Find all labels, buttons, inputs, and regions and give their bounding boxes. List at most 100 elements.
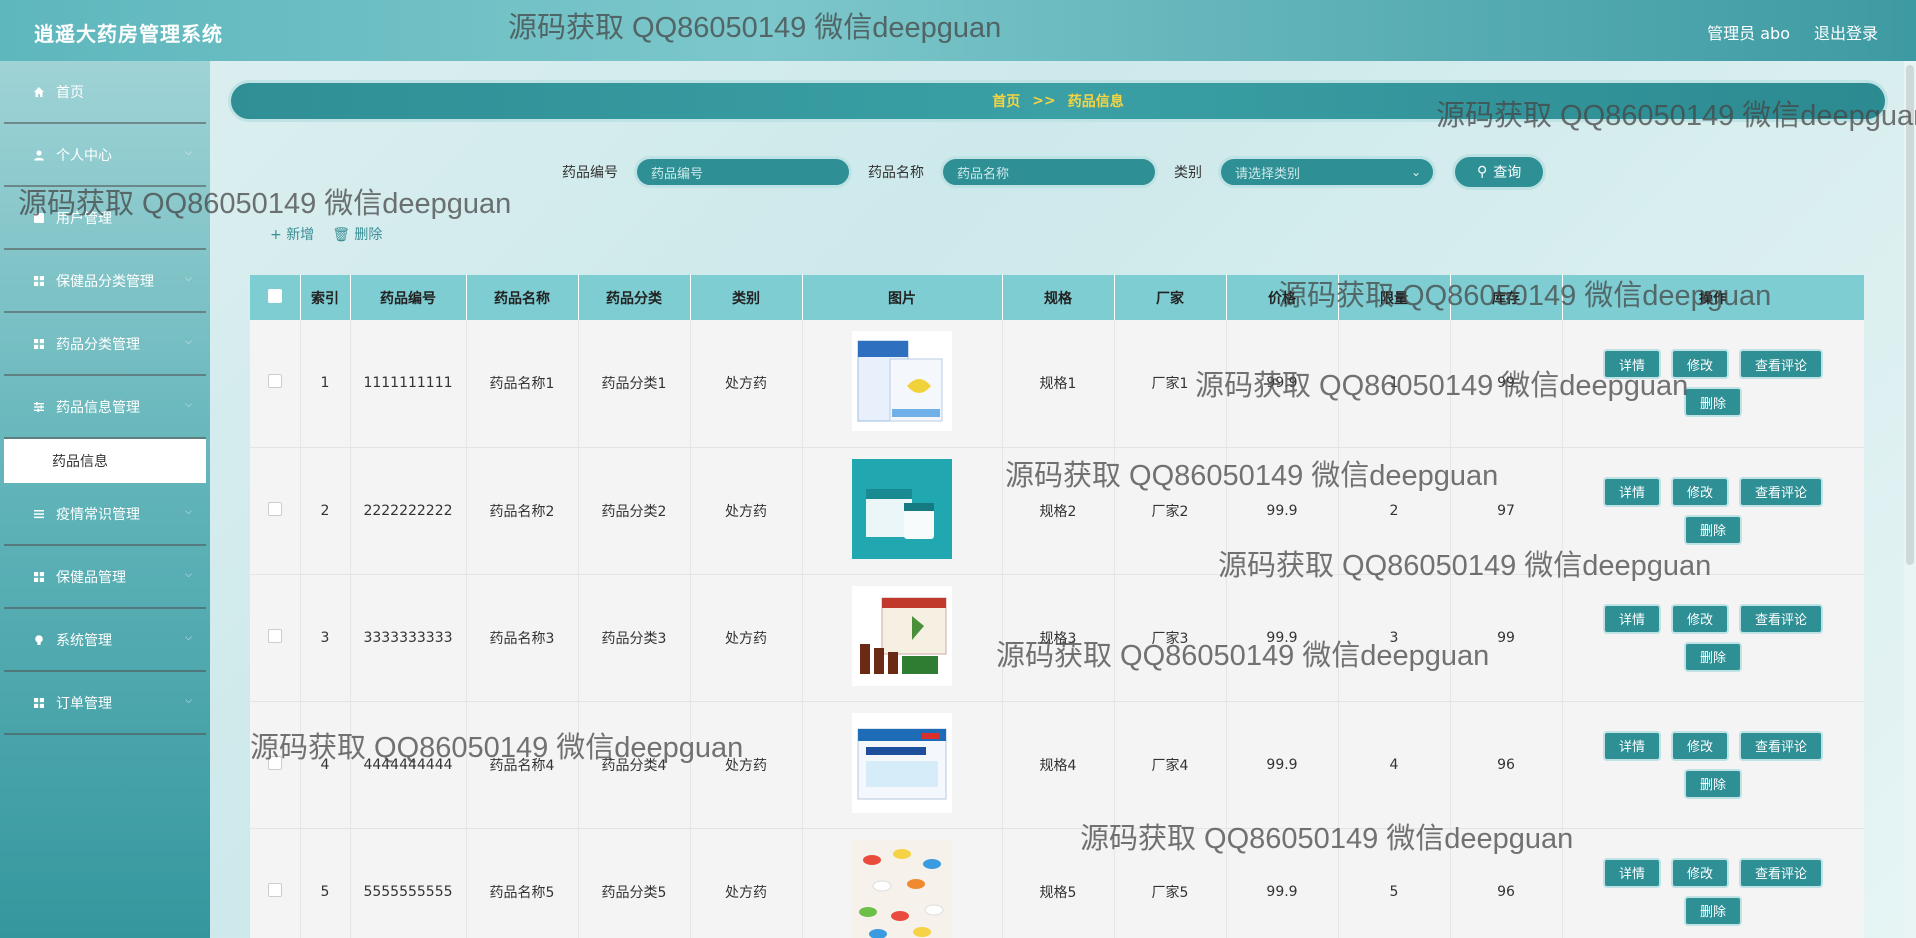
edit-button[interactable]: 修改 [1670, 730, 1729, 761]
cell-code: 5555555555 [350, 828, 467, 938]
detail-button[interactable]: 详情 [1602, 857, 1661, 888]
grid-icon [32, 570, 46, 584]
drug-thumbnail [852, 331, 952, 435]
cell-type: 处方药 [690, 320, 803, 448]
header-select-all[interactable] [250, 275, 301, 320]
row-checkbox[interactable] [267, 374, 282, 389]
admin-user-label[interactable]: 管理员 abo [1707, 20, 1790, 44]
drug-table-container: 索引 药品编号 药品名称 药品分类 类别 图片 规格 厂家 价格 限量 库存 操作 1 11111111… [250, 275, 1864, 938]
table-row: 4 4444444444 药品名称4 药品分类4 处方药 规格4 厂家4 99.9 4 96 详情修… [250, 701, 1864, 829]
cell-operations: 详情 修改 查看评论删除 [1562, 701, 1864, 829]
view-comments-button[interactable]: 查看评论 [1739, 349, 1824, 380]
drug-table: 索引 药品编号 药品名称 药品分类 类别 图片 规格 厂家 价格 限量 库存 操作 1 11111111… [250, 275, 1864, 938]
view-comments-button[interactable]: 查看评论 [1739, 603, 1824, 634]
cell-type: 处方药 [690, 828, 803, 938]
cell-image [802, 447, 1003, 575]
table-header-row: 索引 药品编号 药品名称 药品分类 类别 图片 规格 厂家 价格 限量 库存 操作 [250, 275, 1864, 320]
sidebar-item-8[interactable]: 系统管理 ⌵ [4, 609, 206, 672]
chevron-down-icon: ⌵ [185, 633, 192, 643]
cell-spec: 规格1 [1002, 320, 1115, 448]
delete-button[interactable]: 删除 [1683, 514, 1742, 545]
batch-delete-button[interactable]: 🗑 删除 [332, 224, 382, 244]
cell-type: 处方药 [690, 574, 803, 702]
row-checkbox[interactable] [267, 755, 282, 770]
cell-name: 药品名称1 [466, 320, 579, 448]
cell-stock: 96 [1450, 828, 1563, 938]
breadcrumb-home[interactable]: 首页 [992, 91, 1020, 111]
sidebar-item-label: 保健品分类管理 [56, 273, 154, 290]
delete-button[interactable]: 删除 [1683, 641, 1742, 672]
cell-price: 99.9 [1226, 320, 1339, 448]
cell-name: 药品名称3 [466, 574, 579, 702]
search-icon: ⚲ [1477, 164, 1488, 180]
view-comments-button[interactable]: 查看评论 [1739, 476, 1824, 507]
add-button[interactable]: + 新增 [270, 224, 314, 244]
cell-limit: 5 [1338, 828, 1451, 938]
sidebar-item-6[interactable]: 疫情常识管理 ⌵ [4, 483, 206, 546]
table-row: 5 5555555555 药品名称5 药品分类5 处方药 规格5 厂家5 99.9 5 96 详情修… [250, 828, 1864, 938]
select-all-checkbox[interactable] [267, 288, 282, 303]
scrollbar-thumb[interactable] [1906, 65, 1914, 565]
cell-maker: 厂家2 [1114, 447, 1227, 575]
grid-icon [32, 337, 46, 351]
chevron-down-icon: ⌵ [185, 400, 192, 410]
sidebar-item-2[interactable]: 用户管理 [4, 187, 206, 250]
sidebar-item-label: 首页 [56, 84, 84, 101]
drug-code-input[interactable]: 药品编号 [634, 156, 852, 188]
sliders-icon [32, 400, 46, 414]
row-operations: 详情 修改 查看评论删除 [1588, 603, 1838, 672]
view-comments-button[interactable]: 查看评论 [1739, 857, 1824, 888]
detail-button[interactable]: 详情 [1602, 730, 1661, 761]
column-header: 药品分类 [578, 275, 691, 320]
sidebar-item-4[interactable]: 药品分类管理 ⌵ [4, 313, 206, 376]
top-header-bar: 逍遥大药房管理系统 管理员 abo 退出登录 [0, 0, 1916, 61]
grid-icon [32, 696, 46, 710]
breadcrumb-separator: >> [1032, 93, 1056, 109]
column-header: 图片 [802, 275, 1003, 320]
cell-type: 处方药 [690, 701, 803, 829]
cell-name: 药品名称4 [466, 701, 579, 829]
row-select-cell [250, 701, 301, 829]
edit-button[interactable]: 修改 [1670, 349, 1729, 380]
cell-spec: 规格4 [1002, 701, 1115, 829]
row-checkbox[interactable] [267, 628, 282, 643]
drug-code-label: 药品编号 [562, 165, 618, 181]
logout-link[interactable]: 退出登录 [1814, 20, 1878, 44]
row-checkbox[interactable] [267, 882, 282, 897]
page-scrollbar[interactable] [1904, 61, 1916, 938]
edit-button[interactable]: 修改 [1670, 476, 1729, 507]
detail-button[interactable]: 详情 [1602, 349, 1661, 380]
row-checkbox[interactable] [267, 501, 282, 516]
detail-button[interactable]: 详情 [1602, 476, 1661, 507]
edit-button[interactable]: 修改 [1670, 857, 1729, 888]
sidebar-item-5[interactable]: 药品信息管理 ⌵ [4, 376, 206, 439]
sidebar-item-9[interactable]: 订单管理 ⌵ [4, 672, 206, 735]
type-select[interactable]: 请选择类别 ⌄ [1218, 156, 1436, 188]
table-row: 1 1111111111 药品名称1 药品分类1 处方药 规格1 厂家1 99.9 1 99 详情修… [250, 320, 1864, 448]
search-button-label: 查询 [1493, 165, 1522, 181]
view-comments-button[interactable]: 查看评论 [1739, 730, 1824, 761]
sidebar-item-label: 药品分类管理 [56, 336, 140, 353]
drug-thumbnail [852, 458, 952, 563]
drug-name-input[interactable]: 药品名称 [940, 156, 1158, 188]
sidebar-item-3[interactable]: 保健品分类管理 ⌵ [4, 250, 206, 313]
sidebar-item-1[interactable]: 个人中心 ⌵ [4, 124, 206, 187]
delete-button[interactable]: 删除 [1683, 387, 1742, 418]
row-operations: 详情 修改 查看评论删除 [1588, 730, 1838, 799]
row-select-cell [250, 828, 301, 938]
drug-thumbnail [852, 839, 952, 938]
row-operations: 详情 修改 查看评论删除 [1588, 857, 1838, 926]
cell-operations: 详情 修改 查看评论删除 [1562, 320, 1864, 448]
delete-button[interactable]: 删除 [1683, 895, 1742, 926]
sidebar-item-0[interactable]: 首页 [4, 61, 206, 124]
row-operations: 详情 修改 查看评论删除 [1588, 476, 1838, 545]
sidebar-item-7[interactable]: 保健品管理 ⌵ [4, 546, 206, 609]
home-icon [32, 85, 46, 99]
detail-button[interactable]: 详情 [1602, 603, 1661, 634]
search-button[interactable]: ⚲ 查询 [1452, 154, 1547, 190]
edit-button[interactable]: 修改 [1670, 603, 1729, 634]
cell-price: 99.9 [1226, 828, 1339, 938]
delete-button[interactable]: 删除 [1683, 768, 1742, 799]
sidebar-subitem-drug-info[interactable]: 药品信息 [4, 439, 206, 483]
cell-code: 1111111111 [350, 320, 467, 448]
